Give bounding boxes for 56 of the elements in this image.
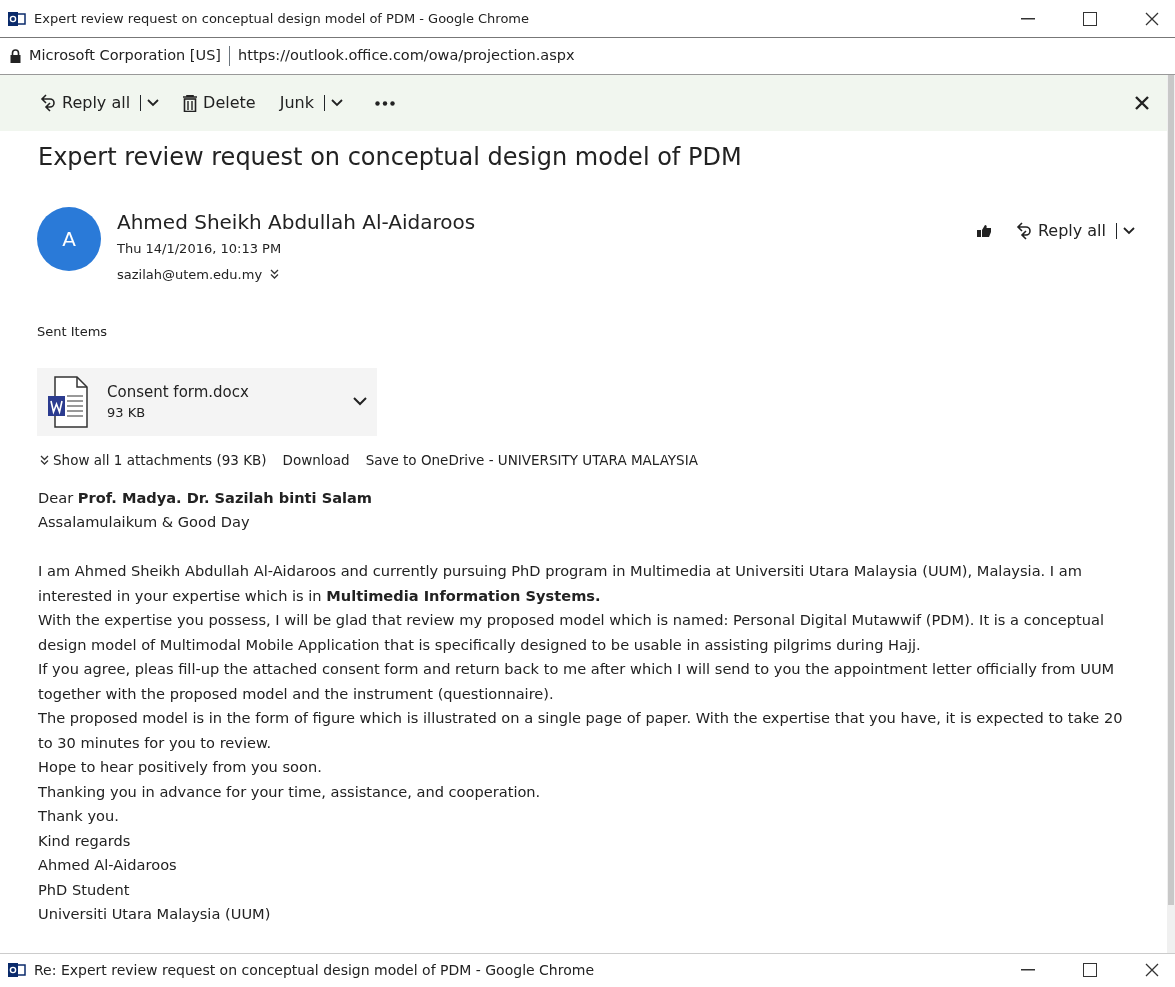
body-paragraph: Universiti Utara Malaysia (UUM) [38, 904, 272, 925]
app-logo-icon [8, 962, 26, 978]
more-button[interactable] [374, 100, 395, 106]
body-paragraph: Assalamulaikum & Good Day [38, 512, 251, 533]
attachment-link[interactable]: Download [282, 449, 350, 470]
attachment-name: Consent form.docx [107, 381, 249, 403]
close-icon[interactable] [1145, 963, 1159, 977]
caret-icon[interactable] [147, 99, 160, 107]
window-title: Re: Expert review request on conceptual design model of PDM - Google Chrome [34, 960, 594, 980]
word-document-icon [47, 375, 91, 428]
minimize-icon[interactable] [1021, 17, 1035, 20]
body-paragraph: Thank you. [38, 806, 120, 827]
lock-icon [10, 49, 21, 63]
reply-all-button[interactable]: Reply all [1015, 219, 1135, 243]
trash-icon [183, 94, 198, 112]
expand-icon [40, 454, 49, 465]
body-paragraph: Kind regards [38, 830, 132, 851]
recipient-address: sazilah@utem.edu.my [117, 265, 263, 284]
body-paragraph: Hope to hear positively from you soon. [38, 757, 323, 778]
like-icon[interactable] [975, 224, 992, 238]
caret-icon[interactable] [1123, 227, 1135, 235]
folder-label: Sent Items [36, 323, 109, 341]
attachment-card[interactable]: Consent form.docx 93 KB [37, 367, 377, 436]
body-paragraph: I am Ahmed Sheikh Abdullah Al-Aidaroos and currently pursuing PhD program in Multimedia at Universiti Utara Malaysia (UUM), Malaysia. I am interested in your expertise which is in Multimedia Information Systems. [38, 561, 1083, 606]
message-subject: Expert review request on conceptual design model of PDM [37, 142, 743, 173]
app-logo-icon [8, 10, 26, 27]
body-paragraph: Ahmed Al-Aidaroos [38, 855, 178, 876]
url-text[interactable]: https://outlook.office.com/owa/projection.aspx [238, 45, 575, 67]
caret-icon[interactable] [330, 99, 343, 107]
show-attachments-link[interactable]: Show all 1 attachments (93 KB) [40, 449, 267, 470]
body-paragraph: If you agree, pleas fill-up the attached consent form and return back to me after which I will send to you the appointment letter officially from UUM together with the proposed model and the instrument (questionnaire). [38, 659, 1116, 704]
body-paragraph: The proposed model is in the form of figure which is illustrated on a single page of paper. With the expertise that you have, it is expected to take 20 to 30 minutes for you to review. [38, 708, 1124, 753]
sender-avatar: A [37, 207, 101, 271]
window-title: Expert review request on conceptual design model of PDM - Google Chrome [34, 9, 530, 28]
maximize-icon[interactable] [1083, 963, 1097, 977]
attachment-size: 93 KB [107, 404, 147, 422]
body-paragraph: Dear Prof. Madya. Dr. Sazilah binti Salam [38, 487, 374, 508]
body-paragraph: With the expertise you possess, I will be glad that review my proposed model which is named: Personal Digital Mutawwif (PDM). It is a conceptual design model of Multimodal Mobile Application that is specifically designed to be usable in assisting pilgrims during Hajj. [38, 610, 1106, 655]
delete-button[interactable]: Delete [183, 91, 256, 115]
reply-all-button[interactable]: Reply all [40, 91, 160, 115]
attachment-link[interactable]: Save to OneDrive - UNIVERSITY UTARA MALAYSIA [365, 449, 698, 470]
more-icon [374, 100, 395, 106]
sender-name: Ahmed Sheikh Abdullah Al-Aidaroos [117, 209, 476, 236]
body-paragraph: Thanking you in advance for your time, assistance, and cooperation. [38, 781, 542, 802]
expand-icon[interactable] [270, 269, 280, 280]
sent-date: Thu 14/1/2016, 10:13 PM [117, 240, 283, 258]
site-identity: Microsoft Corporation [US] [29, 46, 221, 66]
body-paragraph: PhD Student [38, 879, 131, 900]
chevron-down-icon[interactable] [353, 397, 367, 406]
reply-all-icon [1015, 222, 1032, 240]
junk-button[interactable]: Junk [279, 91, 343, 115]
close-icon[interactable] [1145, 11, 1159, 26]
maximize-icon[interactable] [1083, 11, 1097, 26]
reply-all-icon [40, 94, 56, 112]
scrollbar-thumb[interactable] [1168, 75, 1174, 905]
close-icon[interactable] [1135, 96, 1149, 110]
